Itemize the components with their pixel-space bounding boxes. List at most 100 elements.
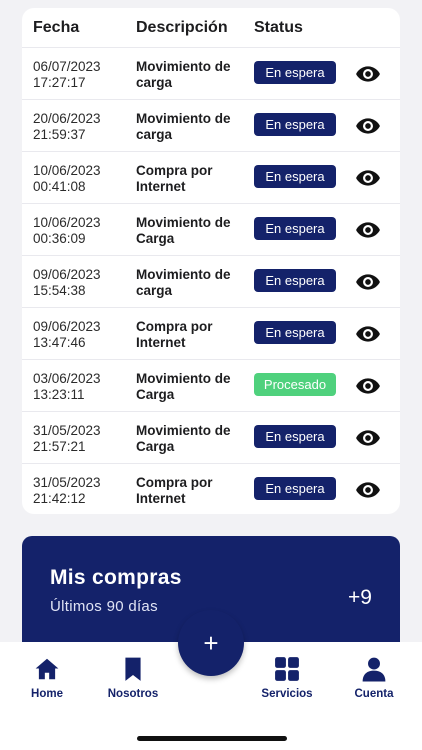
- row-description: Compra por Internet: [136, 475, 236, 506]
- row-desc-line1: Compra por: [136, 475, 213, 490]
- row-desc-line2: Carga: [136, 230, 175, 246]
- row-time: 13:23:11: [33, 386, 85, 402]
- row-datetime: 03/06/2023 13:23:11: [33, 371, 101, 402]
- tab-servicios[interactable]: Servicios: [247, 656, 327, 700]
- view-eye-icon[interactable]: [355, 321, 381, 347]
- row-datetime: 10/06/2023 00:36:09: [33, 215, 101, 246]
- row-desc-line2: Internet: [136, 334, 186, 350]
- bookmark-icon: [125, 657, 141, 681]
- banner-title: Mis compras: [50, 566, 182, 589]
- view-eye-icon[interactable]: [355, 477, 381, 503]
- row-date: 20/06/2023: [33, 111, 101, 126]
- status-badge: En espera: [254, 321, 336, 344]
- row-datetime: 31/05/2023 21:42:12: [33, 475, 101, 506]
- row-datetime: 09/06/2023 13:47:46: [33, 319, 101, 350]
- row-date: 10/06/2023: [33, 215, 101, 230]
- table-row: 10/06/2023 00:36:09 Movimiento de Carga En e…: [22, 204, 400, 256]
- row-description: Movimiento de carga: [136, 111, 236, 142]
- row-datetime: 20/06/2023 21:59:37: [33, 111, 101, 142]
- header-fecha: Fecha: [33, 19, 80, 36]
- row-datetime: 31/05/2023 21:57:21: [33, 423, 101, 454]
- view-eye-icon[interactable]: [355, 165, 381, 191]
- home-indicator: [137, 736, 287, 741]
- tab-nosotros-label: Nosotros: [107, 688, 159, 700]
- tab-nosotros[interactable]: Nosotros: [93, 656, 173, 700]
- plus-icon: +: [203, 628, 219, 658]
- header-descripcion: Descripción: [136, 19, 228, 36]
- row-description: Movimiento de Carga: [136, 215, 236, 246]
- tab-home[interactable]: Home: [7, 656, 87, 700]
- status-badge: En espera: [254, 217, 336, 240]
- view-eye-icon[interactable]: [355, 113, 381, 139]
- status-badge: En espera: [254, 269, 336, 292]
- status-badge: En espera: [254, 477, 336, 500]
- row-desc-line2: carga: [136, 74, 173, 90]
- row-desc-line1: Compra por: [136, 163, 213, 178]
- row-time: 00:36:09: [33, 230, 86, 246]
- transactions-card: Fecha Descripción Status 06/07/2023 17:27…: [22, 8, 400, 514]
- row-date: 31/05/2023: [33, 423, 101, 438]
- row-desc-line2: carga: [136, 282, 173, 298]
- view-eye-icon[interactable]: [355, 61, 381, 87]
- grid-icon: [275, 657, 299, 681]
- table-row: 06/07/2023 17:27:17 Movimiento de carga En e…: [22, 48, 400, 100]
- row-desc-line1: Movimiento de: [136, 111, 231, 126]
- home-icon: [35, 658, 59, 680]
- row-datetime: 09/06/2023 15:54:38: [33, 267, 101, 298]
- row-time: 00:41:08: [33, 178, 86, 194]
- row-description: Compra por Internet: [136, 163, 236, 194]
- table-row: 10/06/2023 00:41:08 Compra por Internet En e…: [22, 152, 400, 204]
- row-description: Movimiento de carga: [136, 59, 236, 90]
- view-eye-icon[interactable]: [355, 269, 381, 295]
- table-body: 06/07/2023 17:27:17 Movimiento de carga En e…: [22, 48, 400, 514]
- table-row: 31/05/2023 21:42:12 Compra por Internet En e…: [22, 464, 400, 514]
- view-eye-icon[interactable]: [355, 373, 381, 399]
- row-time: 17:27:17: [33, 74, 86, 90]
- tab-home-label: Home: [31, 688, 63, 700]
- row-desc-line1: Movimiento de: [136, 371, 231, 386]
- table-row: 20/06/2023 21:59:37 Movimiento de carga En e…: [22, 100, 400, 152]
- row-date: 09/06/2023: [33, 267, 101, 282]
- status-badge: En espera: [254, 61, 336, 84]
- row-desc-line1: Movimiento de: [136, 423, 231, 438]
- row-time: 15:54:38: [33, 282, 86, 298]
- row-desc-line1: Compra por: [136, 319, 213, 334]
- row-date: 06/07/2023: [33, 59, 101, 74]
- row-datetime: 06/07/2023 17:27:17: [33, 59, 101, 90]
- row-desc-line2: Internet: [136, 178, 186, 194]
- row-description: Movimiento de Carga: [136, 423, 236, 454]
- row-date: 03/06/2023: [33, 371, 101, 386]
- row-desc-line2: Carga: [136, 386, 175, 402]
- view-eye-icon[interactable]: [355, 217, 381, 243]
- status-badge: Procesado: [254, 373, 336, 396]
- table-header: Fecha Descripción Status: [22, 8, 400, 48]
- row-desc-line2: Carga: [136, 438, 175, 454]
- row-desc-line2: carga: [136, 126, 173, 142]
- status-badge: En espera: [254, 113, 336, 136]
- status-badge: En espera: [254, 425, 336, 448]
- row-date: 10/06/2023: [33, 163, 101, 178]
- tab-cuenta-label: Cuenta: [354, 688, 394, 700]
- table-row: 03/06/2023 13:23:11 Movimiento de Carga Proc…: [22, 360, 400, 412]
- row-desc-line1: Movimiento de: [136, 267, 231, 282]
- row-description: Movimiento de carga: [136, 267, 236, 298]
- row-description: Movimiento de Carga: [136, 371, 236, 402]
- header-status: Status: [254, 19, 303, 36]
- row-date: 09/06/2023: [33, 319, 101, 334]
- status-badge: En espera: [254, 165, 336, 188]
- row-datetime: 10/06/2023 00:41:08: [33, 163, 101, 194]
- view-eye-icon[interactable]: [355, 425, 381, 451]
- add-button[interactable]: +: [178, 610, 244, 676]
- table-row: 09/06/2023 13:47:46 Compra por Internet En e…: [22, 308, 400, 360]
- row-desc-line2: Internet: [136, 490, 186, 506]
- row-time: 21:57:21: [33, 438, 86, 454]
- row-time: 13:47:46: [33, 334, 86, 350]
- row-desc-line1: Movimiento de: [136, 59, 231, 74]
- row-desc-line1: Movimiento de: [136, 215, 231, 230]
- tab-cuenta[interactable]: Cuenta: [334, 656, 414, 700]
- row-time: 21:59:37: [33, 126, 86, 142]
- tab-servicios-label: Servicios: [261, 688, 313, 700]
- row-date: 31/05/2023: [33, 475, 101, 490]
- row-time: 21:42:12: [33, 490, 86, 506]
- table-row: 31/05/2023 21:57:21 Movimiento de Carga En e…: [22, 412, 400, 464]
